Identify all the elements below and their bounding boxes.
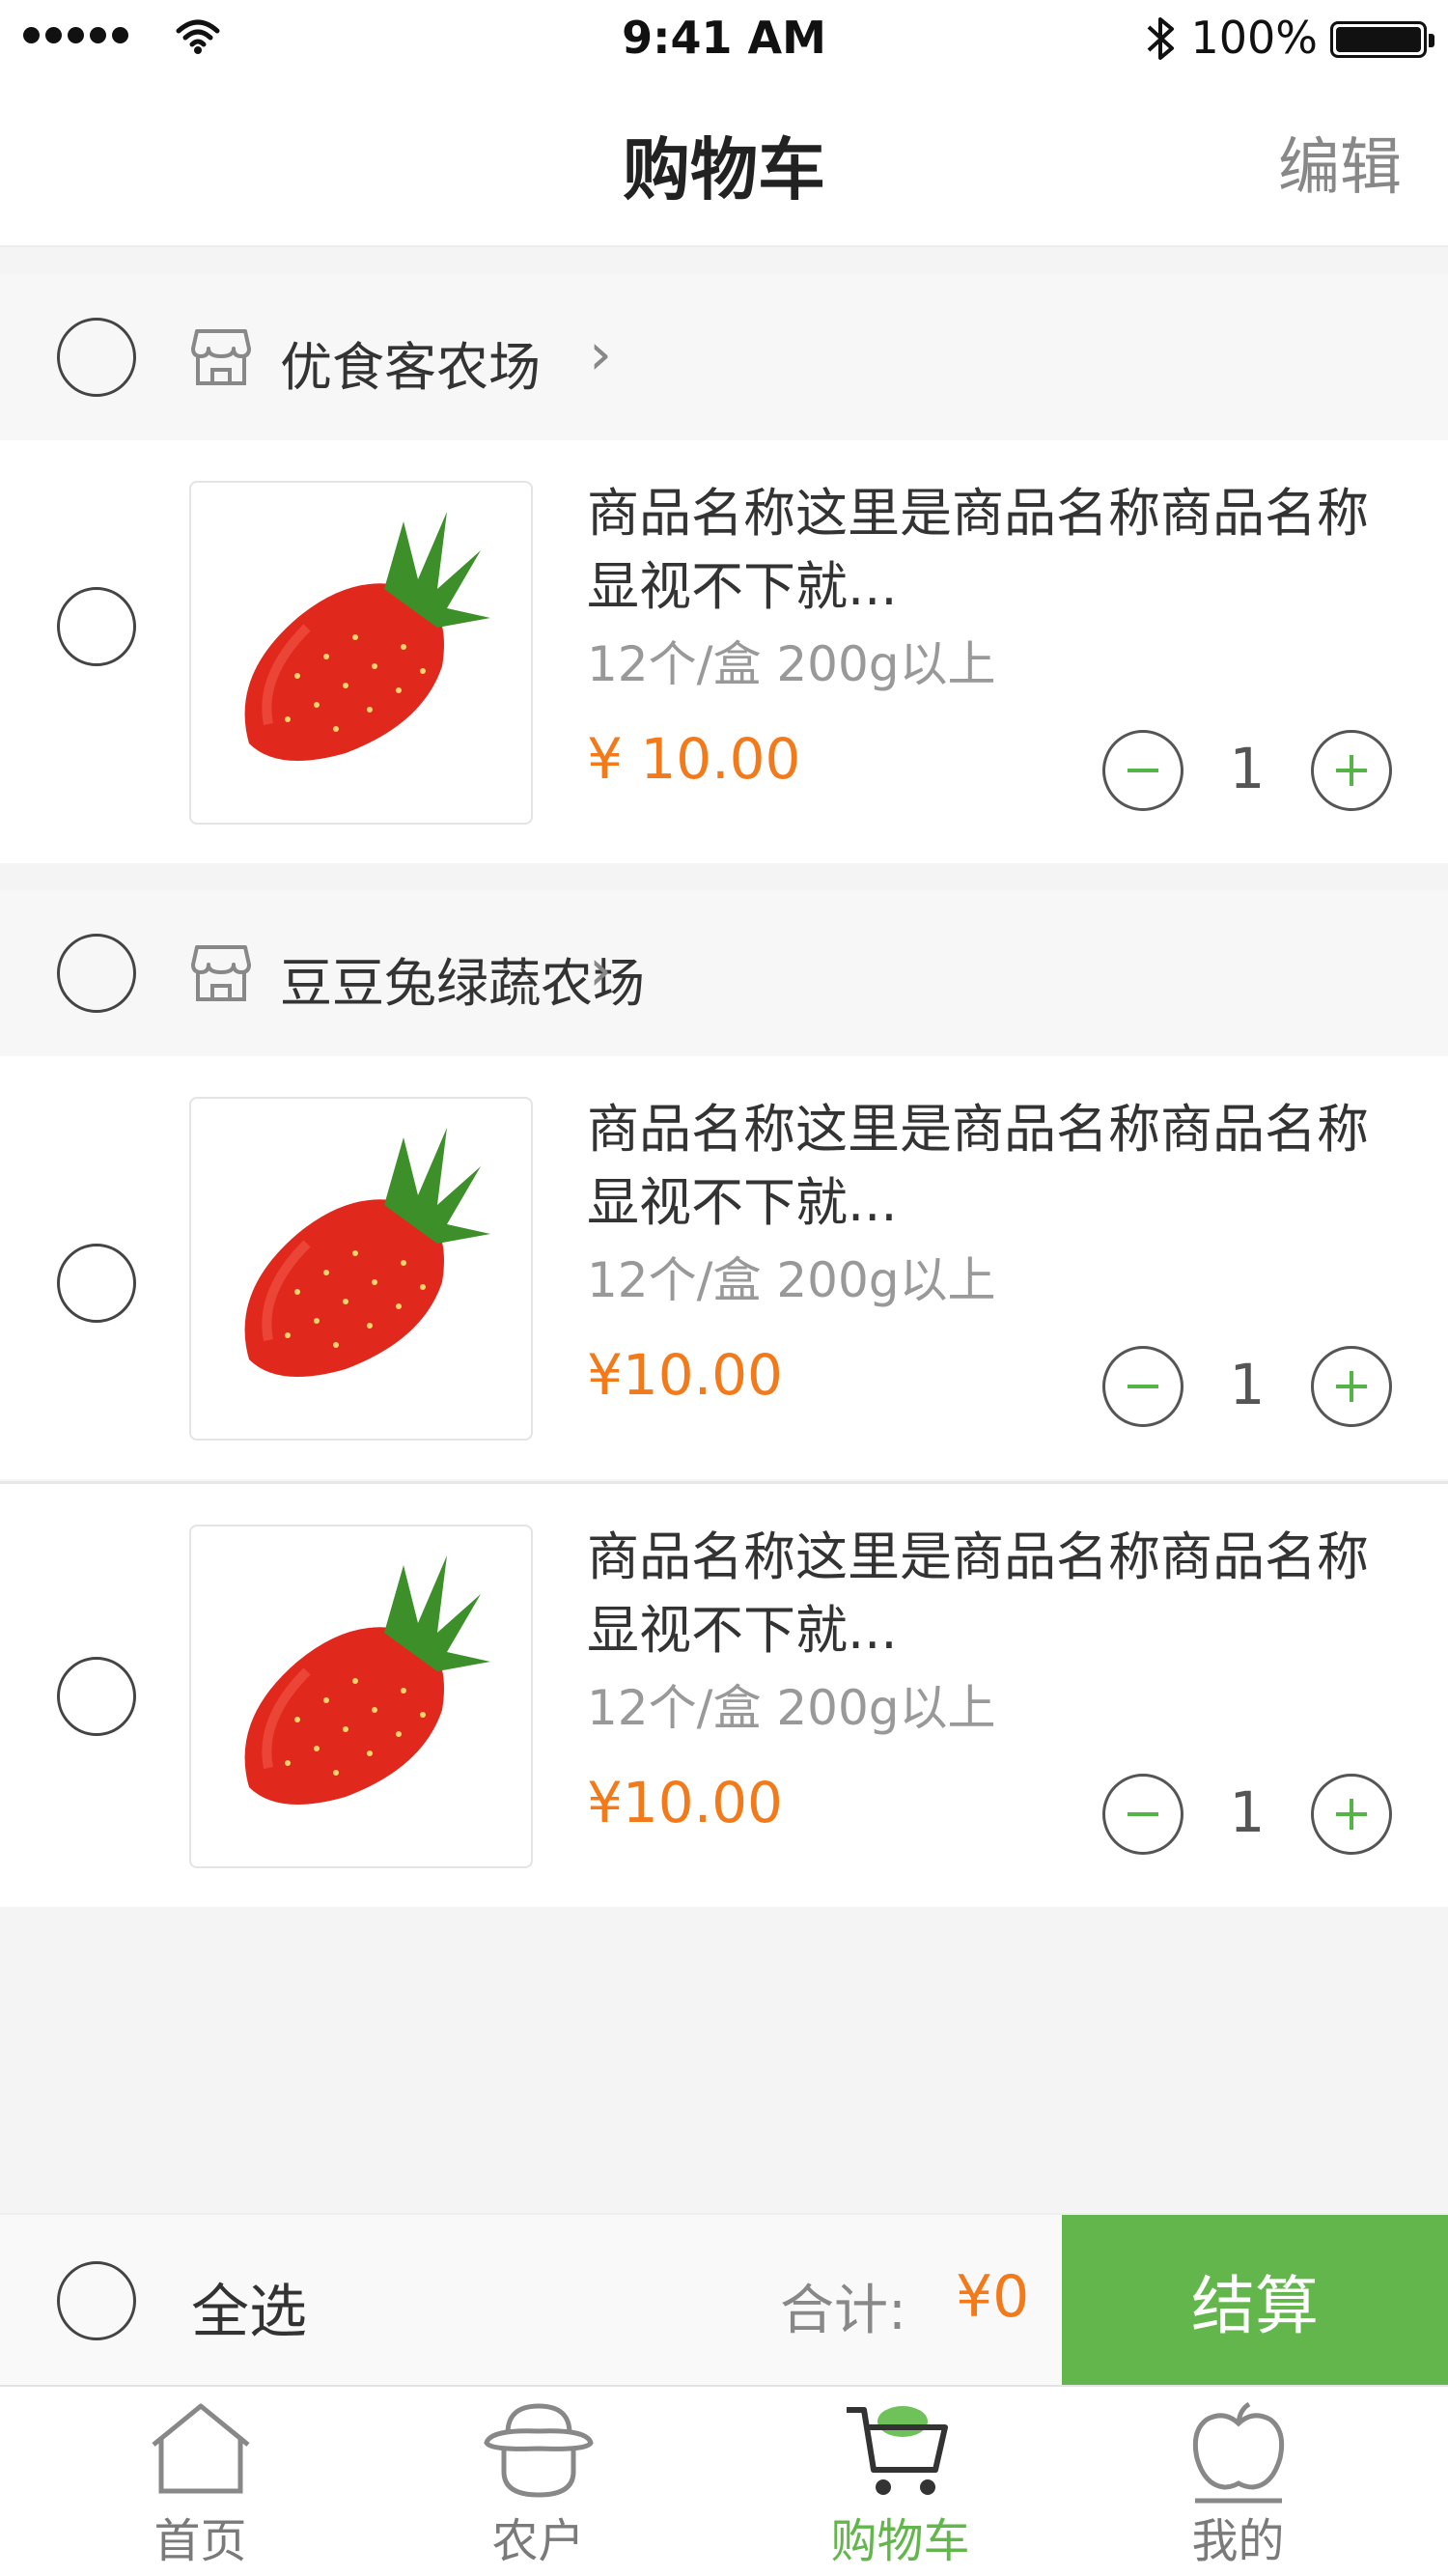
cart-item: 商品名称这里是商品名称商品名称显视不下就... 12个/盒 200g以上 ¥ 1…	[0, 440, 1448, 863]
quantity-stepper: 1	[1102, 730, 1392, 811]
shop-select-radio[interactable]	[57, 934, 136, 1013]
increase-quantity-button[interactable]	[1311, 1346, 1392, 1427]
decrease-quantity-button[interactable]	[1102, 1346, 1183, 1427]
shop-header[interactable]: 豆豆兔绿蔬农场 ›	[0, 890, 1448, 1056]
chevron-right-icon[interactable]: ›	[589, 937, 612, 1004]
quantity-stepper: 1	[1102, 1774, 1392, 1855]
cart-item: 商品名称这里是商品名称商品名称显视不下就... 12个/盒 200g以上 ¥10…	[0, 1484, 1448, 1907]
item-select-radio[interactable]	[57, 1244, 136, 1323]
tab-mine[interactable]: 我的	[1057, 2387, 1419, 2576]
quantity-value: 1	[1229, 1352, 1266, 1417]
checkout-button[interactable]: 结算	[1062, 2215, 1448, 2387]
edit-button[interactable]: 编辑	[1278, 118, 1402, 207]
chevron-right-icon[interactable]: ›	[589, 321, 612, 388]
farmer-icon	[483, 2403, 594, 2498]
item-select-radio[interactable]	[57, 587, 136, 666]
checkout-bar: 全选 合计: ¥0 结算	[0, 2213, 1448, 2387]
tab-label: 购物车	[830, 2514, 970, 2568]
tab-label: 农户	[491, 2514, 585, 2568]
product-image[interactable]	[189, 1525, 533, 1868]
total-label: 合计:	[780, 2280, 906, 2342]
increase-quantity-button[interactable]	[1311, 1774, 1392, 1855]
tab-label: 首页	[153, 2514, 247, 2568]
product-spec: 12个/盒 200g以上	[587, 1680, 996, 1736]
tab-home[interactable]: 首页	[19, 2387, 381, 2576]
product-name[interactable]: 商品名称这里是商品名称商品名称显视不下就...	[587, 477, 1417, 624]
increase-quantity-button[interactable]	[1311, 730, 1392, 811]
battery-icon	[1330, 21, 1434, 58]
select-all-label[interactable]: 全选	[191, 2265, 307, 2349]
product-price: ¥10.00	[587, 1342, 783, 1408]
product-image[interactable]	[189, 1097, 533, 1441]
tab-bar: 首页 农户 购物车 我的	[0, 2385, 1448, 2576]
total-value: ¥0	[956, 2263, 1030, 2331]
shop-icon	[191, 945, 251, 1001]
select-all-radio[interactable]	[57, 2261, 136, 2340]
tab-farmer[interactable]: 农户	[357, 2387, 719, 2576]
cart-item: 商品名称这里是商品名称商品名称显视不下就... 12个/盒 200g以上 ¥10…	[0, 1056, 1448, 1479]
status-bar: 9:41 AM 100%	[0, 0, 1448, 77]
product-price: ¥ 10.00	[587, 726, 801, 792]
tab-cart[interactable]: 购物车	[719, 2387, 1081, 2576]
battery-percent: 100%	[1190, 12, 1318, 64]
quantity-value: 1	[1229, 1779, 1266, 1845]
product-name[interactable]: 商品名称这里是商品名称商品名称显视不下就...	[587, 1521, 1417, 1667]
decrease-quantity-button[interactable]	[1102, 730, 1183, 811]
page-title: 购物车	[623, 130, 825, 210]
product-spec: 12个/盒 200g以上	[587, 636, 996, 692]
bluetooth-icon	[1147, 17, 1174, 60]
quantity-value: 1	[1229, 736, 1266, 801]
nav-bar: 购物车 编辑	[0, 77, 1448, 247]
decrease-quantity-button[interactable]	[1102, 1774, 1183, 1855]
home-icon	[151, 2403, 250, 2494]
product-image[interactable]	[189, 481, 533, 825]
product-spec: 12个/盒 200g以上	[587, 1252, 996, 1308]
shop-select-radio[interactable]	[57, 318, 136, 397]
cart-icon	[846, 2406, 948, 2495]
item-select-radio[interactable]	[57, 1657, 136, 1736]
shop-icon	[191, 329, 251, 385]
shop-name: 优食客农场	[280, 337, 541, 398]
quantity-stepper: 1	[1102, 1346, 1392, 1427]
apple-icon	[1192, 2401, 1284, 2504]
shop-header[interactable]: 优食客农场 ›	[0, 274, 1448, 440]
tab-label: 我的	[1191, 2514, 1285, 2568]
product-price: ¥10.00	[587, 1770, 783, 1835]
product-name[interactable]: 商品名称这里是商品名称商品名称显视不下就...	[587, 1093, 1417, 1240]
